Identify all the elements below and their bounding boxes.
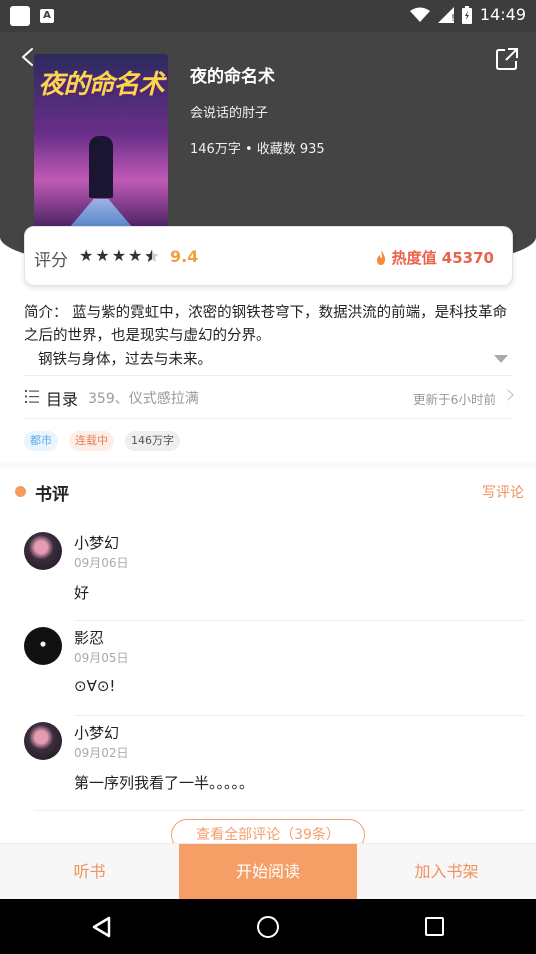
rating-card: 评分 ★ ★ ★ ★ 9.4 热度值 45370 [24,226,513,286]
listen-button[interactable]: 听书 [0,844,179,900]
book-stats: 146万字 • 收藏数 935 [190,142,325,157]
heat-value: 热度值 45370 [374,247,494,268]
avatar[interactable] [24,722,62,760]
nav-recents-icon[interactable] [425,917,444,936]
status-bar: A ! 14:49 [0,0,536,32]
reviewer-name: 小梦幻 [74,534,120,552]
cover-title-art: 夜的命名术 [38,70,164,100]
book-cover[interactable]: 夜的命名术 [34,54,168,234]
half-star-icon [145,249,160,262]
nav-home-icon[interactable] [257,916,279,938]
star-icon: ★ [95,246,110,265]
star-icon: ★ [128,246,143,265]
review-date: 09月05日 [74,651,129,665]
divider [34,810,524,811]
rating-score: 9.4 [170,247,199,266]
star-icon: ★ [79,246,94,265]
status-left: A [10,6,54,26]
avatar[interactable] [24,532,62,570]
toc-label[interactable]: 目录 [46,386,78,410]
book-author[interactable]: 会说话的肘子 [190,102,268,121]
star-rating: ★ ★ ★ ★ [79,248,160,264]
section-separator [0,462,536,468]
review-date: 09月02日 [74,746,129,760]
list-icon [25,390,39,403]
chevron-right-icon[interactable] [502,389,514,401]
notification-icon [10,6,30,26]
expand-arrow-icon[interactable] [494,355,508,363]
wifi-icon [409,7,430,22]
reviewer-name: 影忍 [74,629,105,647]
rating-label: 评分 [34,251,68,271]
divider [24,375,512,376]
divider [74,715,524,716]
no-signal-icon: ! [437,6,454,23]
app-notification-icon: A [40,9,54,23]
bottom-action-bar: 听书 开始阅读 加入书架 [0,843,536,900]
review-text: 第一序列我看了一半。。。。。 [74,774,255,792]
reviews-title: 书评 [35,485,69,505]
tag-category[interactable]: 都市 [24,431,58,451]
toc-latest-chapter[interactable]: 359、仪式感拉满 [88,388,199,408]
divider [74,620,524,621]
status-time: 14:49 [479,5,526,24]
review-date: 09月06日 [74,556,129,570]
review-item[interactable]: 小梦幻 09月06日 好 [0,532,536,628]
section-dot-icon [15,486,26,497]
reviewer-name: 小梦幻 [74,724,120,742]
star-icon: ★ [111,246,127,265]
book-intro: 简介： 蓝与紫的霓虹中，浓密的钢铁苍穹下，数据洪流的前端，是科技革命之后的世界，… [24,305,508,344]
svg-text:!: ! [451,13,454,23]
review-item[interactable]: 影忍 09月05日 ⊙∀⊙! [0,627,536,723]
write-review-button[interactable]: 写评论 [482,482,524,502]
status-right: ! 14:49 [409,5,526,24]
review-text: ⊙∀⊙! [74,677,116,695]
divider [24,418,512,419]
share-icon[interactable] [494,46,520,72]
cover-figure [89,136,113,198]
battery-icon [461,5,472,24]
review-item[interactable]: 小梦幻 09月02日 第一序列我看了一半。。。。。 [0,722,536,818]
nav-back-icon[interactable] [91,916,113,938]
book-intro-line2: 钢铁与身体，过去与未来。 [38,352,212,368]
tag-status: 连载中 [69,431,114,451]
review-text: 好 [74,584,90,602]
toc-updated-time: 更新于6小时前 [413,392,496,407]
add-to-shelf-button[interactable]: 加入书架 [357,844,536,900]
flame-icon [376,249,385,265]
tag-wordcount: 146万字 [125,431,180,451]
start-reading-button[interactable]: 开始阅读 [179,844,357,900]
avatar[interactable] [24,627,62,665]
navigation-bar [0,899,536,954]
book-title: 夜的命名术 [190,67,275,87]
heat-text: 热度值 45370 [391,249,494,267]
